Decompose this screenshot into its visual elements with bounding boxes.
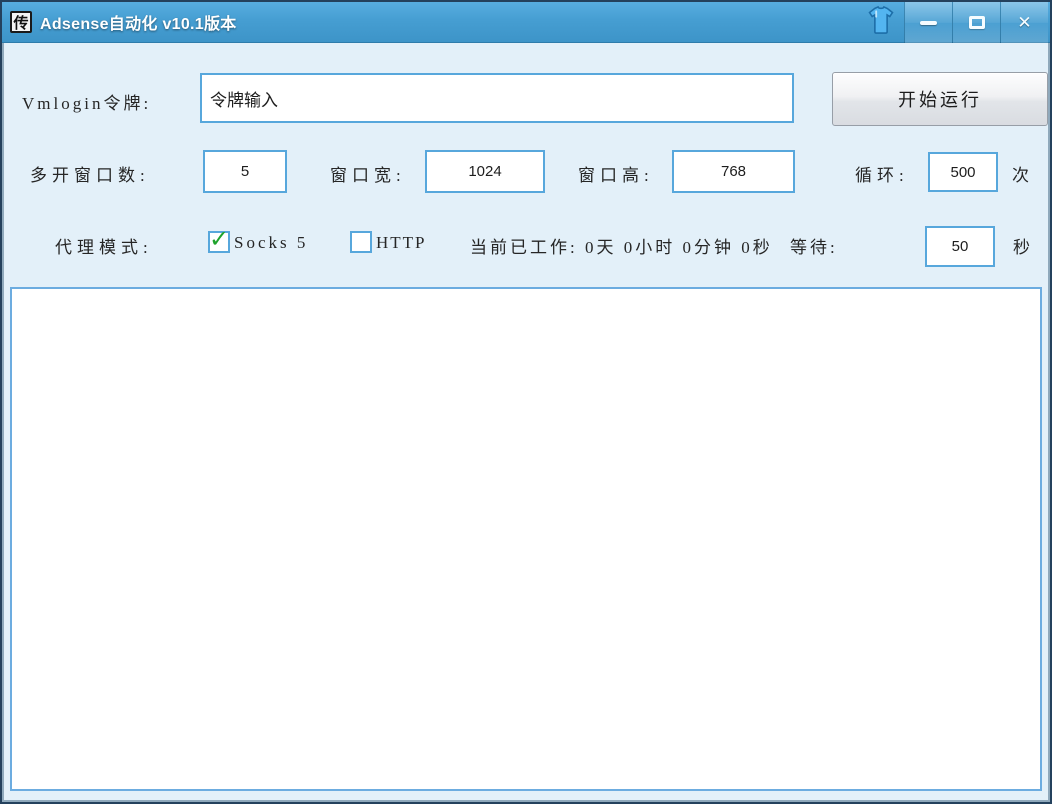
worked-time-text: 当前已工作: 0天 0小时 0分钟 0秒 等待: [470, 233, 838, 258]
close-button[interactable]: ✕ [1001, 2, 1048, 43]
loop-count-input[interactable]: 500 [928, 152, 998, 192]
proxy-mode-label: 代理模式: [55, 233, 153, 258]
shirt-icon [865, 4, 897, 41]
minimize-icon [920, 21, 937, 25]
wait-unit-label: 秒 [1013, 233, 1035, 258]
maximize-icon [969, 16, 985, 29]
multi-window-input[interactable]: 5 [203, 150, 287, 193]
socks5-checkbox-label[interactable]: Socks 5 [234, 233, 308, 253]
token-input[interactable]: 令牌输入 [200, 73, 794, 123]
close-icon: ✕ [1017, 14, 1031, 31]
multi-window-label: 多开窗口数: [30, 161, 150, 186]
loop-label: 循环: [855, 161, 909, 186]
app-icon: 传 [10, 11, 32, 33]
start-run-button[interactable]: 开始运行 [832, 72, 1048, 126]
window-height-input[interactable]: 768 [672, 150, 795, 193]
log-output[interactable] [10, 287, 1042, 791]
token-label: Vmlogin令牌: [22, 89, 151, 114]
window-height-label: 窗口高: [578, 161, 654, 186]
maximize-button[interactable] [953, 2, 1000, 43]
worked-time-value: 当前已工作: 0天 0小时 0分钟 0秒 [470, 238, 773, 257]
titlebar[interactable]: 传 Adsense自动化 v10.1版本 ✕ [2, 2, 1050, 43]
socks5-checkbox[interactable]: ✓ [208, 231, 230, 253]
http-checkbox-label[interactable]: HTTP [376, 233, 427, 253]
http-checkbox[interactable] [350, 231, 372, 253]
window-width-input[interactable]: 1024 [425, 150, 545, 193]
window-title: Adsense自动化 v10.1版本 [40, 10, 237, 34]
window-width-label: 窗口宽: [330, 161, 406, 186]
wait-label: 等待: [790, 238, 838, 257]
skin-theme-button[interactable] [858, 2, 904, 43]
caption-buttons: ✕ [858, 2, 1048, 43]
wait-seconds-input[interactable]: 50 [925, 226, 995, 267]
app-window: 传 Adsense自动化 v10.1版本 ✕ [0, 0, 1052, 804]
minimize-button[interactable] [905, 2, 952, 43]
loop-unit-label: 次 [1012, 161, 1034, 186]
